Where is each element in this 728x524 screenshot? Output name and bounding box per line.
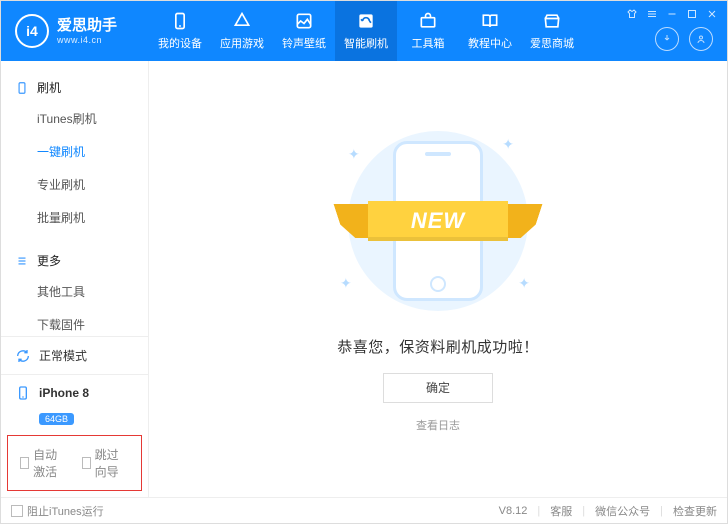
phone-icon — [170, 11, 190, 31]
refresh-icon — [15, 348, 31, 364]
sidebar: 刷机 iTunes刷机 一键刷机 专业刷机 批量刷机 更多 其他工具 下载固件 … — [1, 61, 149, 497]
storage-badge: 64GB — [39, 413, 74, 425]
tab-toolbox[interactable]: 工具箱 — [397, 1, 459, 61]
store-icon — [542, 11, 562, 31]
main-content: ✦ ✦ ✦ ✦ NEW 恭喜您，保资料刷机成功啦！ 确定 查看日志 — [149, 61, 727, 497]
device-row[interactable]: iPhone 8 — [1, 375, 148, 411]
options-row: 自动激活 跳过向导 — [7, 435, 142, 491]
mode-label: 正常模式 — [39, 347, 87, 364]
sidebar-group-more: 更多 — [1, 246, 148, 275]
wechat-link[interactable]: 微信公众号 — [595, 503, 650, 519]
sparkle-icon: ✦ — [340, 275, 352, 292]
user-button[interactable] — [689, 27, 713, 51]
version-label: V8.12 — [499, 505, 528, 517]
tab-flash[interactable]: 智能刷机 — [335, 1, 397, 61]
tab-label: 智能刷机 — [344, 35, 388, 51]
phone-outline-icon — [15, 81, 29, 95]
sparkle-icon: ✦ — [348, 146, 360, 163]
sidebar-item-download-firmware[interactable]: 下载固件 — [1, 308, 148, 336]
check-update-link[interactable]: 检查更新 — [673, 503, 717, 519]
app-logo: i4 爱思助手 www.i4.cn — [1, 1, 149, 61]
new-ribbon: NEW — [353, 196, 523, 246]
support-link[interactable]: 客服 — [550, 503, 572, 519]
logo-mark: i4 — [15, 14, 49, 48]
sparkle-icon: ✦ — [502, 136, 514, 153]
success-message: 恭喜您，保资料刷机成功啦！ — [337, 336, 539, 357]
sidebar-group-label: 更多 — [37, 252, 61, 269]
wallpaper-icon — [294, 11, 314, 31]
app-name: 爱思助手 — [57, 17, 117, 35]
ribbon-text: NEW — [368, 201, 508, 241]
sidebar-group-label: 刷机 — [37, 79, 61, 96]
maximize-button[interactable] — [685, 7, 699, 21]
device-mode[interactable]: 正常模式 — [1, 337, 148, 374]
apps-icon — [232, 11, 252, 31]
app-header: i4 爱思助手 www.i4.cn 我的设备 应用游戏 铃声壁纸 智能刷机 — [1, 1, 727, 61]
shirt-icon[interactable] — [625, 7, 639, 21]
list-icon — [15, 254, 29, 268]
book-icon — [480, 11, 500, 31]
device-name: iPhone 8 — [39, 386, 89, 400]
sparkle-icon: ✦ — [518, 275, 530, 292]
status-bar: 阻止iTunes运行 V8.12 | 客服 | 微信公众号 | 检查更新 — [1, 497, 727, 523]
tab-label: 工具箱 — [412, 35, 445, 51]
device-icon — [15, 385, 31, 401]
tab-apps[interactable]: 应用游戏 — [211, 1, 273, 61]
sidebar-group-flash: 刷机 — [1, 73, 148, 102]
success-illustration: ✦ ✦ ✦ ✦ NEW — [328, 126, 548, 316]
view-log-link[interactable]: 查看日志 — [416, 417, 460, 433]
skip-guide-checkbox[interactable]: 跳过向导 — [82, 446, 130, 480]
tab-label: 应用游戏 — [220, 35, 264, 51]
checkbox-label: 自动激活 — [33, 446, 67, 480]
tab-ringtones[interactable]: 铃声壁纸 — [273, 1, 335, 61]
auto-activate-checkbox[interactable]: 自动激活 — [20, 446, 68, 480]
sidebar-item-batch-flash[interactable]: 批量刷机 — [1, 201, 148, 234]
block-itunes-checkbox[interactable]: 阻止iTunes运行 — [11, 503, 104, 519]
toolbox-icon — [418, 11, 438, 31]
tab-label: 铃声壁纸 — [282, 35, 326, 51]
tab-label: 爱思商城 — [530, 35, 574, 51]
sidebar-item-itunes-flash[interactable]: iTunes刷机 — [1, 102, 148, 135]
tab-tutorials[interactable]: 教程中心 — [459, 1, 521, 61]
main-tabs: 我的设备 应用游戏 铃声壁纸 智能刷机 工具箱 教程中心 — [149, 1, 625, 61]
ok-button[interactable]: 确定 — [383, 373, 493, 403]
close-button[interactable] — [705, 7, 719, 21]
sidebar-item-pro-flash[interactable]: 专业刷机 — [1, 168, 148, 201]
flash-icon — [356, 11, 376, 31]
tab-store[interactable]: 爱思商城 — [521, 1, 583, 61]
app-url: www.i4.cn — [57, 35, 117, 46]
minimize-button[interactable] — [665, 7, 679, 21]
tab-label: 我的设备 — [158, 35, 202, 51]
checkbox-label: 阻止iTunes运行 — [27, 503, 104, 519]
checkbox-label: 跳过向导 — [95, 446, 129, 480]
tab-my-device[interactable]: 我的设备 — [149, 1, 211, 61]
menu-icon[interactable] — [645, 7, 659, 21]
sidebar-item-other-tools[interactable]: 其他工具 — [1, 275, 148, 308]
tab-label: 教程中心 — [468, 35, 512, 51]
download-button[interactable] — [655, 27, 679, 51]
sidebar-item-oneclick-flash[interactable]: 一键刷机 — [1, 135, 148, 168]
